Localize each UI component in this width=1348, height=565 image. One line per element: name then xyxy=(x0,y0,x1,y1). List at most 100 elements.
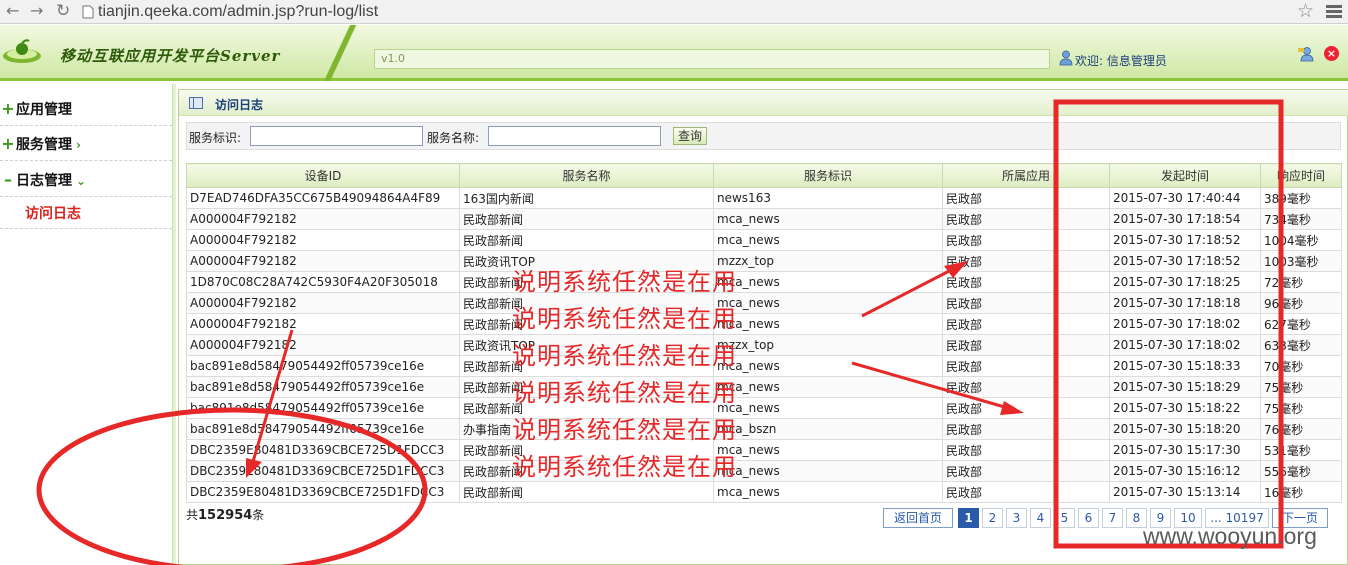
page-7-button[interactable]: 7 xyxy=(1102,508,1123,528)
table-row[interactable]: bac891e8d58479054492ff05739ce16e 民政部新闻 mca… xyxy=(186,376,1342,398)
first-page-button[interactable]: 返回首页 xyxy=(883,508,953,528)
response-time-cell: 75毫秒 xyxy=(1260,397,1342,419)
device-id-cell: DBC2359E80481D3369CBCE725D1FDCC3 xyxy=(186,481,460,503)
header-divider xyxy=(310,25,372,81)
sidebar-splitter[interactable] xyxy=(172,84,176,565)
start-time-cell: 2015-07-30 17:18:52 xyxy=(1109,229,1261,251)
column-header: 服务标识 xyxy=(713,163,943,188)
page-2-button[interactable]: 2 xyxy=(982,508,1003,528)
app-cell: 民政部 xyxy=(942,229,1110,251)
service-id-input[interactable] xyxy=(250,126,423,146)
reload-icon[interactable]: ↻ xyxy=(56,0,70,24)
table-row[interactable]: bac891e8d58479054492ff05739ce16e 民政部新闻 mca… xyxy=(186,397,1342,419)
collapse-minus-icon: – xyxy=(4,170,12,189)
annotation-text: 说明系统任然是在用 xyxy=(512,268,737,296)
page-1-button[interactable]: 1 xyxy=(958,508,979,528)
response-time-cell: 1003毫秒 xyxy=(1260,250,1342,272)
response-time-cell: 1004毫秒 xyxy=(1260,229,1342,251)
response-time-cell: 556毫秒 xyxy=(1260,460,1342,482)
service-id-cell: mca_news xyxy=(713,481,943,503)
start-time-cell: 2015-07-30 17:18:25 xyxy=(1109,271,1261,293)
response-time-cell: 72毫秒 xyxy=(1260,271,1342,293)
start-time-cell: 2015-07-30 15:18:29 xyxy=(1109,376,1261,398)
table-row[interactable]: A000004F792182 民政部新闻 mca_news 民政部 2015-07-30… xyxy=(186,229,1342,251)
service-id-cell: mca_news xyxy=(713,376,943,398)
page-5-button[interactable]: 5 xyxy=(1054,508,1075,528)
response-time-cell: 389毫秒 xyxy=(1260,187,1342,209)
table-row[interactable]: DBC2359E80481D3369CBCE725D1FDCC3 民政部新闻 mca… xyxy=(186,460,1342,482)
sidebar-item-app-management[interactable]: +应用管理 xyxy=(0,92,172,126)
app-cell: 民政部 xyxy=(942,187,1110,209)
start-time-cell: 2015-07-30 15:13:14 xyxy=(1109,481,1261,503)
sidebar-item-label: 应用管理 xyxy=(16,102,72,118)
page-4-button[interactable]: 4 xyxy=(1030,508,1051,528)
start-time-cell: 2015-07-30 15:18:33 xyxy=(1109,355,1261,377)
column-header: 发起时间 xyxy=(1109,163,1261,188)
app-cell: 民政部 xyxy=(942,460,1110,482)
device-id-cell: A000004F792182 xyxy=(186,229,460,251)
table-row[interactable]: DBC2359E80481D3369CBCE725D1FDCC3 民政部新闻 mca… xyxy=(186,439,1342,461)
page: ← → ↻ tianjin.qeeka.com/admin.jsp?run-lo… xyxy=(0,0,1348,565)
forward-arrow-icon[interactable]: → xyxy=(30,0,43,24)
table-row[interactable]: A000004F792182 民政部新闻 mca_news 民政部 2015-07-30… xyxy=(186,292,1342,314)
device-id-cell: bac891e8d58479054492ff05739ce16e xyxy=(186,397,460,419)
service-name-cell: 163国内新闻 xyxy=(459,187,714,209)
device-id-cell: bac891e8d58479054492ff05739ce16e xyxy=(186,418,460,440)
table-row[interactable]: A000004F792182 民政资讯TOP mzzx_top 民政部 2015-07-… xyxy=(186,334,1342,356)
switch-user-icon[interactable] xyxy=(1298,46,1314,62)
logout-icon[interactable]: × xyxy=(1324,46,1339,61)
table-row[interactable]: bac891e8d58479054492ff05739ce16e 民政部新闻 mca… xyxy=(186,355,1342,377)
app-header: 移动互联应用开发平台Server v1.0 欢迎: 信息管理员 × xyxy=(0,25,1348,81)
service-name-label: 服务名称: xyxy=(427,131,480,145)
table-row[interactable]: bac891e8d58479054492ff05739ce16e 办事指南 mca_… xyxy=(186,418,1342,440)
bookmark-star-icon[interactable]: ☆ xyxy=(1297,0,1314,22)
column-header: 服务名称 xyxy=(459,163,714,188)
table-row[interactable]: DBC2359E80481D3369CBCE725D1FDCC3 民政部新闻 mca… xyxy=(186,481,1342,503)
sidebar: +应用管理 +服务管理 › – 日志管理 ⌄ 访问日志 xyxy=(0,84,172,565)
back-arrow-icon[interactable]: ← xyxy=(6,0,19,24)
browser-menu-icon[interactable] xyxy=(1326,5,1342,19)
device-id-cell: bac891e8d58479054492ff05739ce16e xyxy=(186,355,460,377)
app-cell: 民政部 xyxy=(942,418,1110,440)
search-button[interactable]: 查询 xyxy=(673,127,707,145)
sidebar-item-log-management[interactable]: – 日志管理 ⌄ xyxy=(0,163,172,197)
panel-header: 访问日志 xyxy=(179,90,1348,116)
column-header: 响应时间 xyxy=(1260,163,1342,188)
response-time-cell: 531毫秒 xyxy=(1260,439,1342,461)
column-header: 所属应用 xyxy=(942,163,1110,188)
response-time-cell: 633毫秒 xyxy=(1260,334,1342,356)
table-row[interactable]: A000004F792182 民政资讯TOP mzzx_top 民政部 2015-07-… xyxy=(186,250,1342,272)
service-id-cell: mca_news xyxy=(713,460,943,482)
app-cell: 民政部 xyxy=(942,376,1110,398)
search-bar: 服务标识: 服务名称: 查询 xyxy=(186,122,1341,150)
device-id-cell: DBC2359E80481D3369CBCE725D1FDCC3 xyxy=(186,439,460,461)
sidebar-item-service-management[interactable]: +服务管理 › xyxy=(0,127,172,161)
address-bar[interactable]: tianjin.qeeka.com/admin.jsp?run-log/list xyxy=(98,0,378,24)
start-time-cell: 2015-07-30 17:18:18 xyxy=(1109,292,1261,314)
panel-title: 访问日志 xyxy=(215,98,264,112)
start-time-cell: 2015-07-30 17:18:02 xyxy=(1109,313,1261,335)
table-row[interactable]: 1D870C08C28A742C5930F4A20F305018 民政部新闻 mca… xyxy=(186,271,1342,293)
page-6-button[interactable]: 6 xyxy=(1078,508,1099,528)
service-id-cell: mca_news xyxy=(713,439,943,461)
table-row[interactable]: A000004F792182 民政部新闻 mca_news 民政部 2015-07-30… xyxy=(186,208,1342,230)
annotation-text: 说明系统任然是在用 xyxy=(512,305,737,333)
device-id-cell: A000004F792182 xyxy=(186,208,460,230)
table-row[interactable]: D7EAD746DFA35CC675B49094864A4F89 163国内新闻 n… xyxy=(186,187,1342,209)
service-name-input[interactable] xyxy=(488,126,661,146)
service-id-cell: mca_news xyxy=(713,397,943,419)
service-id-cell: mca_news xyxy=(713,355,943,377)
device-id-cell: A000004F792182 xyxy=(186,250,460,272)
table-row[interactable]: A000004F792182 民政部新闻 mca_news 民政部 2015-07-30… xyxy=(186,313,1342,335)
service-id-cell: mca_news xyxy=(713,292,943,314)
sidebar-item-access-log[interactable]: 访问日志 xyxy=(0,199,172,229)
app-cell: 民政部 xyxy=(942,271,1110,293)
response-time-cell: 70毫秒 xyxy=(1260,355,1342,377)
platform-logo xyxy=(3,39,41,63)
service-id-cell: mca_bszn xyxy=(713,418,943,440)
response-time-cell: 75毫秒 xyxy=(1260,376,1342,398)
page-3-button[interactable]: 3 xyxy=(1006,508,1027,528)
chevron-right-icon: › xyxy=(76,138,81,152)
device-id-cell: 1D870C08C28A742C5930F4A20F305018 xyxy=(186,271,460,293)
service-id-cell: mca_news xyxy=(713,313,943,335)
